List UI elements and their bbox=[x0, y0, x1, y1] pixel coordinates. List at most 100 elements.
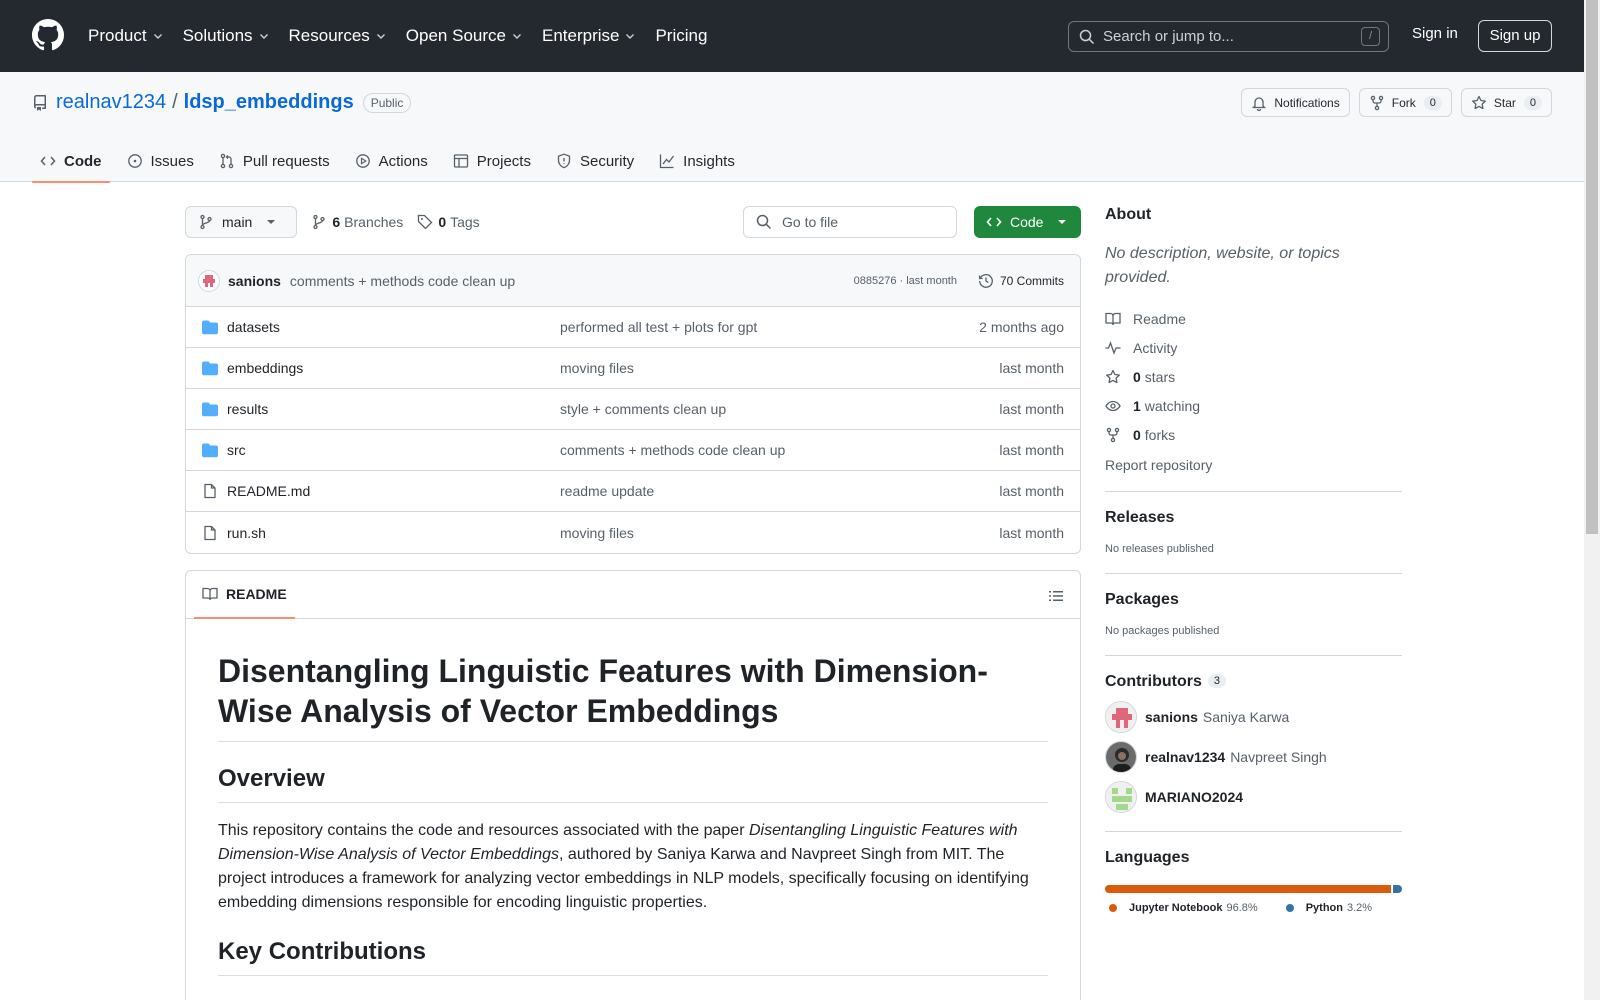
contributor-name: Saniya Karwa bbox=[1202, 709, 1290, 725]
readme-tab-label: README bbox=[226, 586, 287, 602]
file-commit-message[interactable]: moving files bbox=[560, 360, 634, 376]
nav-item-label: Resources bbox=[288, 26, 370, 45]
avatar[interactable] bbox=[1105, 701, 1137, 733]
avatar[interactable] bbox=[1105, 781, 1137, 813]
file-commit-message[interactable]: readme update bbox=[560, 483, 654, 499]
file-name-link[interactable]: embeddings bbox=[227, 360, 303, 376]
packages-heading[interactable]: Packages bbox=[1105, 591, 1402, 609]
commit-author[interactable]: sanions bbox=[228, 273, 281, 289]
folder-icon bbox=[202, 360, 218, 376]
avatar[interactable] bbox=[198, 269, 220, 292]
file-name-link[interactable]: datasets bbox=[227, 319, 280, 335]
nav-item-enterprise[interactable]: Enterprise bbox=[542, 26, 636, 46]
nav-item-solutions[interactable]: Solutions bbox=[183, 26, 270, 46]
star-label: Star bbox=[1493, 95, 1516, 110]
page-scrollbar[interactable] bbox=[1584, 0, 1600, 1000]
file-row[interactable]: datasets performed all test + plots for g… bbox=[186, 307, 1080, 348]
tab-actions[interactable]: Actions bbox=[347, 140, 436, 182]
github-logo-icon[interactable] bbox=[32, 19, 64, 51]
language-bar-segment[interactable] bbox=[1105, 885, 1391, 893]
repo-name-link[interactable]: ldsp_embeddings bbox=[184, 91, 354, 114]
file-commit-message[interactable]: comments + methods code clean up bbox=[560, 442, 785, 458]
repo-owner-link[interactable]: realnav1234 bbox=[56, 91, 166, 114]
star-button[interactable]: Star 0 bbox=[1460, 88, 1552, 117]
contributor-login[interactable]: sanions bbox=[1145, 709, 1198, 725]
file-icon bbox=[202, 525, 218, 541]
activity-link[interactable]: Activity bbox=[1105, 333, 1402, 362]
file-row[interactable]: run.sh moving files last month bbox=[186, 512, 1080, 553]
commits-link[interactable]: 70 Commits bbox=[978, 273, 1064, 289]
nav-item-product[interactable]: Product bbox=[88, 26, 164, 46]
commits-count: 70 Commits bbox=[999, 273, 1064, 288]
file-row[interactable]: src comments + methods code clean up last … bbox=[186, 430, 1080, 471]
contributors-heading: Contributors bbox=[1105, 673, 1202, 690]
file-name-link[interactable]: run.sh bbox=[227, 525, 266, 541]
fork-button[interactable]: Fork 0 bbox=[1358, 88, 1452, 117]
file-commit-message[interactable]: style + comments clean up bbox=[560, 401, 726, 417]
scrollbar-thumb[interactable] bbox=[1586, 0, 1598, 534]
nav-item-pricing[interactable]: Pricing bbox=[655, 26, 707, 46]
tags-link[interactable]: 0 Tags bbox=[417, 214, 480, 230]
code-dropdown-button[interactable]: Code bbox=[974, 206, 1081, 238]
latest-commit-bar: sanions comments + methods code clean up… bbox=[186, 255, 1080, 307]
file-row[interactable]: embeddings moving files last month bbox=[186, 348, 1080, 389]
forks-link[interactable]: 0 forks bbox=[1105, 420, 1402, 449]
readme-link[interactable]: Readme bbox=[1105, 304, 1402, 333]
avatar[interactable] bbox=[1105, 741, 1137, 773]
commit-sha-time[interactable]: 0885276 · last month bbox=[854, 275, 957, 287]
contributor-login[interactable]: realnav1234 bbox=[1145, 749, 1225, 765]
sign-in-link[interactable]: Sign in bbox=[1412, 25, 1458, 42]
file-name-link[interactable]: README.md bbox=[227, 483, 310, 499]
main-column: main 6 Branches 0 Tags Go to file Code s… bbox=[185, 206, 1081, 1000]
file-commit-message[interactable]: moving files bbox=[560, 525, 634, 541]
repo-sidebar: About No description, website, or topics… bbox=[1105, 206, 1402, 914]
contributors-heading-row[interactable]: Contributors 3 bbox=[1105, 673, 1402, 691]
language-bar bbox=[1105, 885, 1402, 893]
list-icon[interactable] bbox=[1048, 588, 1064, 604]
eye-icon bbox=[1105, 400, 1121, 411]
tab-projects[interactable]: Projects bbox=[445, 140, 539, 182]
overview-paragraph: This repository contains the code and re… bbox=[218, 819, 1048, 915]
file-name-link[interactable]: src bbox=[227, 442, 246, 458]
tab-security[interactable]: Security bbox=[548, 140, 642, 182]
stars-link[interactable]: 0 stars bbox=[1105, 362, 1402, 391]
commit-message[interactable]: comments + methods code clean up bbox=[290, 273, 515, 289]
notifications-button[interactable]: Notifications bbox=[1241, 88, 1350, 117]
report-repository-link[interactable]: Report repository bbox=[1105, 457, 1402, 473]
divider bbox=[1105, 831, 1402, 832]
global-search-input[interactable]: Search or jump to... / bbox=[1068, 21, 1389, 52]
language-color-dot bbox=[1285, 904, 1294, 912]
file-row[interactable]: results style + comments clean up last mon… bbox=[186, 389, 1080, 430]
contributor-item[interactable]: MARIANO2024 bbox=[1105, 781, 1402, 813]
language-item[interactable]: Python 3.2% bbox=[1282, 902, 1372, 914]
releases-heading[interactable]: Releases bbox=[1105, 509, 1402, 527]
divider bbox=[1105, 655, 1402, 656]
tab-code[interactable]: Code bbox=[32, 140, 110, 183]
sign-up-button[interactable]: Sign up bbox=[1478, 20, 1552, 52]
file-row[interactable]: README.md readme update last month bbox=[186, 471, 1080, 512]
contributor-item[interactable]: realnav1234 Navpreet Singh bbox=[1105, 741, 1402, 773]
folder-icon bbox=[202, 319, 218, 335]
go-to-file-input[interactable]: Go to file bbox=[743, 206, 957, 238]
tab-pull-requests[interactable]: Pull requests bbox=[211, 140, 338, 182]
file-name-link[interactable]: results bbox=[227, 401, 268, 417]
branch-icon bbox=[200, 214, 212, 230]
tab-insights[interactable]: Insights bbox=[651, 140, 743, 182]
branches-link[interactable]: 6 Branches bbox=[311, 214, 403, 230]
readme-content: Disentangling Linguistic Features with D… bbox=[186, 651, 1080, 976]
packages-empty-text: No packages published bbox=[1105, 625, 1220, 637]
language-item[interactable]: Jupyter Notebook 96.8% bbox=[1105, 902, 1258, 914]
watchers-link[interactable]: 1 watching bbox=[1105, 391, 1402, 420]
readme-tab[interactable]: README bbox=[202, 586, 287, 602]
branch-selector[interactable]: main bbox=[185, 206, 298, 238]
divider bbox=[1105, 573, 1402, 574]
contributor-login[interactable]: MARIANO2024 bbox=[1145, 789, 1243, 805]
nav-item-resources[interactable]: Resources bbox=[289, 26, 387, 46]
contributor-item[interactable]: sanions Saniya Karwa bbox=[1105, 701, 1402, 733]
file-commit-message[interactable]: performed all test + plots for gpt bbox=[560, 319, 757, 335]
global-header: Product Solutions Resources Open Source Ente… bbox=[0, 0, 1584, 72]
tab-issues[interactable]: Issues bbox=[119, 140, 202, 182]
file-icon bbox=[202, 483, 218, 499]
nav-item-open-source[interactable]: Open Source bbox=[406, 26, 523, 46]
language-bar-segment[interactable] bbox=[1392, 885, 1402, 893]
